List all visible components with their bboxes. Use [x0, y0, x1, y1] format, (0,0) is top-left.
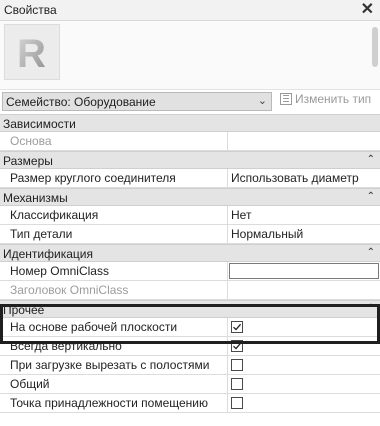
edit-type-button[interactable]: Изменить тип: [280, 92, 371, 111]
edit-type-icon: [280, 93, 292, 105]
family-thumbnail: R: [4, 24, 60, 80]
property-name: Всегда вертикально: [10, 339, 122, 353]
property-checkbox[interactable]: [231, 321, 243, 333]
property-value-input[interactable]: [229, 263, 379, 279]
property-row: Номер OmniClass: [0, 262, 380, 281]
edit-type-label: Изменить тип: [295, 92, 372, 106]
property-row: Всегда вертикально: [0, 337, 380, 356]
category-label: Идентификация: [3, 247, 93, 261]
column-divider: [227, 356, 228, 375]
column-divider: [227, 281, 228, 300]
category-label: Механизмы: [3, 191, 68, 205]
property-name: Заголовок OmniClass: [10, 283, 129, 297]
revit-logo-icon: R: [17, 32, 46, 73]
category-header[interactable]: Механизмы ⌃: [0, 188, 380, 206]
column-divider: [227, 394, 228, 413]
collapse-chevron-icon[interactable]: ⌃: [367, 154, 375, 165]
column-divider: [227, 132, 228, 151]
property-row: Общий: [0, 375, 380, 394]
column-divider: [227, 206, 228, 225]
property-value[interactable]: Нет: [231, 208, 251, 222]
checkmark-icon: [233, 342, 242, 350]
property-name: Тип детали: [10, 227, 73, 241]
property-row: При загрузке вырезать с полостями: [0, 356, 380, 375]
category-label: Зависимости: [3, 117, 76, 131]
column-divider: [227, 225, 228, 244]
property-row: Точка принадлежности помещению: [0, 394, 380, 413]
property-name: Точка принадлежности помещению: [10, 396, 208, 410]
property-name: Основа: [10, 134, 52, 148]
properties-grid: Зависимости Основа Размеры ⌃ Размер круглого…: [0, 114, 380, 413]
category-label: Прочее: [3, 303, 45, 317]
column-divider: [227, 262, 228, 281]
property-name: Размер круглого соединителя: [10, 171, 176, 185]
type-selector-bar: Семейство: Оборудование ⌄ Изменить тип: [0, 91, 380, 113]
panel-title: Свойства: [4, 3, 57, 17]
property-checkbox[interactable]: [231, 340, 243, 352]
checkmark-icon: [233, 323, 242, 331]
property-checkbox[interactable]: [231, 397, 243, 409]
property-row: Размер круглого соединителя Использовать …: [0, 169, 380, 188]
type-selector-dropdown[interactable]: Семейство: Оборудование ⌄: [2, 92, 272, 111]
category-label: Размеры: [3, 154, 53, 168]
category-header[interactable]: Зависимости: [0, 114, 380, 132]
preview-scrollbar[interactable]: [372, 27, 378, 67]
property-checkbox[interactable]: [231, 359, 243, 371]
properties-titlebar: Свойства ✕: [0, 0, 380, 21]
logo-letter: R: [17, 32, 46, 73]
type-selector-value: Семейство: Оборудование: [6, 95, 156, 109]
column-divider: [227, 375, 228, 394]
category-header[interactable]: Идентификация ⌃: [0, 244, 380, 262]
property-name: Классификация: [10, 208, 99, 222]
category-header[interactable]: Размеры ⌃: [0, 151, 380, 169]
property-row: Классификация Нет: [0, 206, 380, 225]
column-divider: [227, 318, 228, 337]
property-name: На основе рабочей плоскости: [10, 320, 178, 334]
property-row: Тип детали Нормальный: [0, 225, 380, 244]
property-name: Общий: [10, 377, 50, 391]
property-name: При загрузке вырезать с полостями: [10, 358, 210, 372]
property-row: Основа: [0, 132, 380, 151]
property-value[interactable]: Нормальный: [231, 227, 303, 241]
type-preview: R: [0, 21, 380, 90]
column-divider: [227, 337, 228, 356]
property-value[interactable]: Использовать диаметр: [231, 171, 359, 185]
property-checkbox[interactable]: [231, 378, 243, 390]
chevron-down-icon: ⌄: [257, 95, 267, 107]
property-row: На основе рабочей плоскости: [0, 318, 380, 337]
property-row: Заголовок OmniClass: [0, 281, 380, 300]
column-divider: [227, 169, 228, 188]
collapse-chevron-icon[interactable]: ⌃: [367, 247, 375, 258]
collapse-chevron-icon[interactable]: ⌃: [367, 191, 375, 202]
property-name: Номер OmniClass: [10, 264, 109, 278]
collapse-chevron-icon[interactable]: ⌃: [367, 303, 375, 314]
close-icon[interactable]: ✕: [361, 0, 374, 20]
category-header[interactable]: Прочее ⌃: [0, 300, 380, 318]
